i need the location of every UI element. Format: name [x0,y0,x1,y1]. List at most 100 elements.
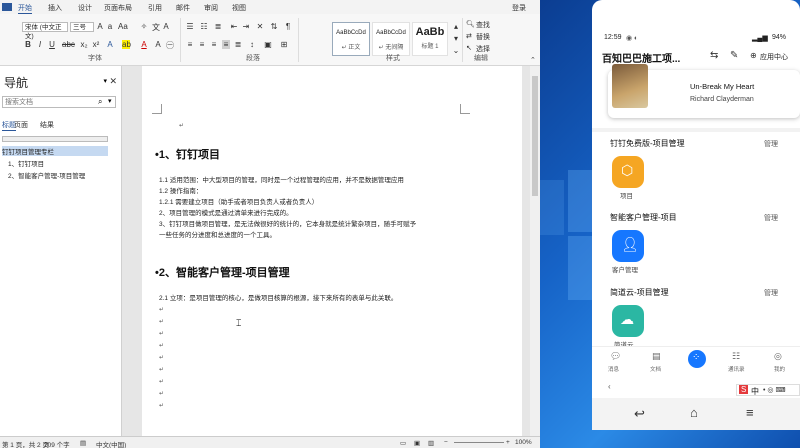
collapse-ribbon-icon[interactable]: ⌃ [530,56,536,64]
app-icon-0[interactable]: ⬡ [612,156,644,188]
tab-insert[interactable]: 插入 [48,3,62,13]
proofing-icon[interactable]: ▤ [80,439,86,447]
align-center-icon[interactable]: ≡ [198,40,206,49]
tab-layout[interactable]: 页面布局 [104,3,132,13]
nav-heading-scroll[interactable] [2,136,108,142]
word-count[interactable]: 209 个字 [44,439,70,448]
superscript-icon[interactable]: x² [92,40,100,49]
clear-format-icon[interactable]: ✧ [140,22,148,31]
nav-item-1[interactable]: 1、钉钉项目 [8,158,44,168]
file-tab[interactable] [2,3,12,11]
page-count[interactable]: 第 1 页，共 2 页 [2,439,49,448]
shading-icon[interactable]: ▣ [264,40,272,49]
tab-home[interactable]: 开始 [18,3,32,14]
replace-icon[interactable]: ⇄ [466,32,472,40]
sys-back-icon[interactable]: ↩ [634,406,645,422]
line-spacing-icon[interactable]: ↕ [248,40,256,49]
nav-me[interactable]: 我的 [774,365,785,373]
document-page[interactable]: ↵ •1、钉钉项目 1.1 适用范围：中大型项目的管理，同时是一个过程管理的应用… [142,66,522,436]
find-button[interactable]: 查找 [476,20,490,30]
nav-messages[interactable]: 消息 [608,365,619,373]
style-heading-1[interactable]: AaBb 标题 1 [412,22,448,56]
docs-icon[interactable]: ▤ [652,351,661,362]
edit-icon[interactable]: ✎ [730,50,738,61]
nav-close-icon[interactable]: ✕ [109,76,117,87]
sys-home-icon[interactable]: ⌂ [690,405,698,420]
ime-mode[interactable]: 中 [751,386,759,397]
back-chevron-icon[interactable]: ‹ [608,382,611,391]
bold-icon[interactable]: B [24,40,32,49]
styles-up-icon[interactable]: ▴ [452,22,460,31]
zoom-slider[interactable] [454,442,504,443]
search-icon[interactable]: ⌕ [98,97,102,107]
grow-font-icon[interactable]: A [96,22,104,31]
text-effects-icon[interactable]: A [106,40,114,49]
underline-icon[interactable]: U [48,40,56,49]
styles-more-icon[interactable]: ⌄ [452,46,460,55]
sort-icon[interactable]: ⇅ [270,22,278,31]
styles-down-icon[interactable]: ▾ [452,34,460,43]
font-color-icon[interactable]: A [140,40,148,49]
strikethrough-icon[interactable]: abc [62,40,75,49]
login-link[interactable]: 登录 [512,3,526,13]
font-name-combo[interactable]: 宋体 (中文正文) [22,22,68,40]
style-no-spacing[interactable]: AaBbCcDd ↵ 无间隔 [372,22,410,56]
nav-item-0[interactable]: 钉钉项目管理专栏 [2,146,108,156]
subscript-icon[interactable]: x₂ [80,40,88,49]
highlight-icon[interactable]: ab [122,40,131,49]
section-manage-0[interactable]: 管理 [764,139,778,149]
nav-options-icon[interactable]: ▾ [103,77,107,85]
show-marks-icon[interactable]: ¶ [284,22,292,31]
italic-icon[interactable]: I [36,40,44,49]
phonetic-icon[interactable]: 文 [152,22,160,33]
char-shading-icon[interactable]: A [154,40,162,49]
nav-tab-results[interactable]: 结果 [40,120,54,130]
ime-toolbar[interactable]: S 中 • ◎ ⌨ [736,384,800,396]
align-left-icon[interactable]: ≡ [186,40,194,49]
zoom-in-icon[interactable]: + [506,439,510,446]
nav-item-2[interactable]: 2、智能客户管理-项目管理 [8,170,85,180]
nav-docs[interactable]: 文档 [650,365,661,373]
filter-icon[interactable]: ⇆ [710,50,718,61]
borders-icon[interactable]: ⊞ [280,40,288,49]
tab-mailings[interactable]: 邮件 [176,3,190,13]
distribute-icon[interactable]: ≣ [234,40,242,49]
vertical-scrollbar[interactable] [530,66,540,436]
language[interactable]: 中文(中国) [96,439,126,448]
section-manage-2[interactable]: 管理 [764,288,778,298]
workspace-title[interactable]: 百知巴巴施工项... [602,50,680,65]
tab-design[interactable]: 设计 [78,3,92,13]
ime-tools-icon[interactable]: • ◎ ⌨ [763,386,786,394]
select-icon[interactable]: ↖ [466,44,472,52]
workbench-icon[interactable]: ⁘ [688,350,706,368]
sys-menu-icon[interactable]: ≡ [746,405,754,420]
numbering-icon[interactable]: ☷ [200,22,208,31]
nav-tab-pages[interactable]: 页面 [14,120,28,130]
app-center-icon[interactable]: ⊕ [750,51,757,60]
tab-review[interactable]: 审阅 [204,3,218,13]
app-icon-1[interactable]: 👤︎ [612,230,644,262]
style-normal[interactable]: AaBbCcDd ↵ 正文 [332,22,370,56]
web-layout-icon[interactable]: ▥ [428,439,434,447]
font-size-combo[interactable]: 三号 [70,22,94,32]
increase-indent-icon[interactable]: ⇥ [242,22,250,31]
multilevel-list-icon[interactable]: ≣ [214,22,222,31]
replace-button[interactable]: 替换 [476,32,490,42]
music-card[interactable]: Un-Break My Heart Richard Clayderman [608,64,800,118]
messages-icon[interactable]: 💬︎ [610,351,621,362]
app-icon-2[interactable]: ☁ [612,305,644,337]
chinese-layout-icon[interactable]: ✕ [256,22,264,31]
justify-icon[interactable]: ≡ [222,40,230,49]
tab-view[interactable]: 视图 [232,3,246,13]
nav-contacts[interactable]: 通讯录 [728,365,745,373]
print-layout-icon[interactable]: ▣ [414,439,420,447]
read-mode-icon[interactable]: ▭ [400,439,406,447]
zoom-out-icon[interactable]: − [444,439,448,446]
section-manage-1[interactable]: 管理 [764,213,778,223]
enclose-char-icon[interactable]: ㊀ [166,40,174,51]
align-right-icon[interactable]: ≡ [210,40,218,49]
shrink-font-icon[interactable]: a [106,22,114,31]
char-border-icon[interactable]: A [162,22,170,31]
decrease-indent-icon[interactable]: ⇤ [230,22,238,31]
search-dropdown-icon[interactable]: ▾ [108,97,112,105]
